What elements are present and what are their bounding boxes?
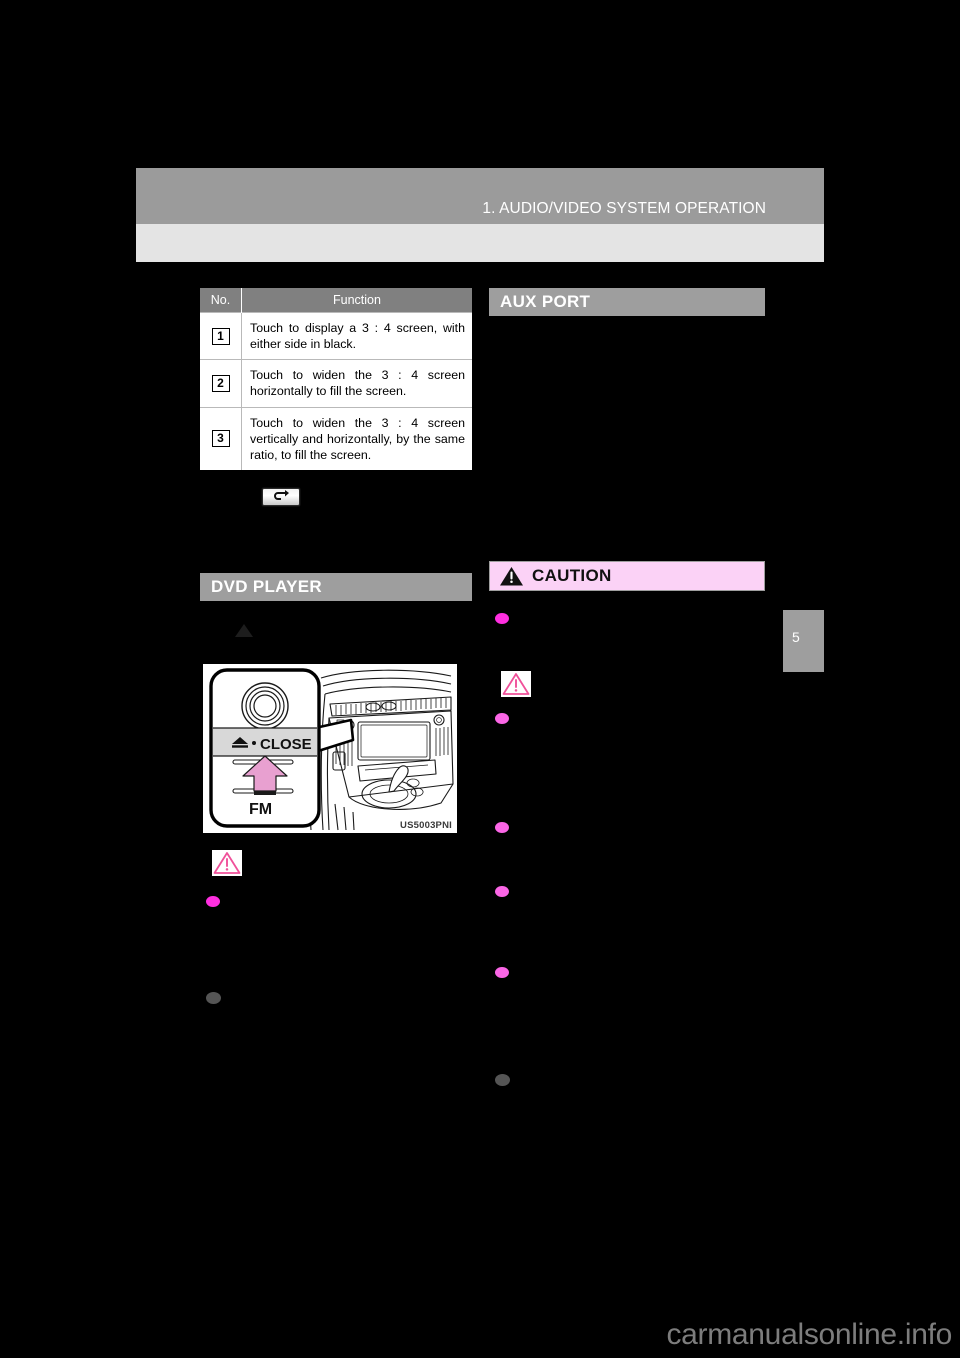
section-header-aux-port: AUX PORT: [489, 288, 765, 316]
table-header-no: No.: [200, 288, 242, 313]
illustration-fm-label: FM: [249, 801, 272, 818]
chapter-tab: 5: [783, 610, 824, 672]
table-cell-function: Touch to display a 3 : 4 screen, with ei…: [241, 311, 472, 360]
notice-triangle-glyph: [213, 851, 241, 874]
table-row: 3 Touch to widen the 3 : 4 screen vertic…: [200, 406, 472, 470]
eject-triangle-glyph: [235, 623, 253, 637]
right-column: AUX PORT CAUTION: [489, 288, 765, 1086]
function-table: No. Function 1 Touch to display a 3 : 4 …: [200, 288, 472, 470]
table-cell-no: 1: [200, 311, 242, 360]
dashboard-illustration-svg: CLOSE FM: [203, 663, 457, 833]
page-header-band: 1. AUDIO/VIDEO SYSTEM OPERATION: [136, 168, 824, 224]
notice-triangle-glyph: [502, 673, 530, 695]
left-column: No. Function 1 Touch to display a 3 : 4 …: [200, 288, 472, 1004]
bullet-pink: [495, 967, 509, 978]
section-title-dvd-player: DVD PLAYER: [211, 576, 323, 596]
table-cell-function: Touch to widen the 3 : 4 screen vertical…: [241, 406, 472, 470]
bullet-pink: [495, 613, 509, 624]
page-title: 1. AUDIO/VIDEO SYSTEM OPERATION: [482, 200, 766, 217]
number-badge-2: 2: [211, 374, 230, 392]
table-row: 1 Touch to display a 3 : 4 screen, with …: [200, 311, 472, 360]
return-arrow-glyph: [274, 489, 289, 500]
warning-triangle-glyph: [500, 566, 523, 585]
caution-box: CAUTION: [489, 561, 765, 591]
return-button-row: [262, 487, 472, 511]
caution-title: CAUTION: [532, 566, 612, 585]
number-badge-1: 1: [211, 327, 230, 345]
section-header-dvd-player: DVD PLAYER: [200, 572, 472, 601]
illustration-code: US5003PNI: [400, 819, 452, 831]
illustration-close-label: CLOSE: [260, 736, 312, 753]
warning-triangle-icon: [499, 566, 524, 587]
dashboard-illustration: CLOSE FM US5003PNI: [200, 660, 460, 836]
table-cell-no: 2: [200, 359, 242, 407]
notice-triangle-icon: [212, 849, 242, 876]
bullet-gray: [495, 1074, 510, 1086]
return-arrow-icon[interactable]: [262, 487, 300, 506]
bullet-pink: [495, 822, 509, 833]
table-row: 2 Touch to widen the 3 : 4 screen horizo…: [200, 359, 472, 407]
page-header-subband: [136, 224, 824, 262]
table-header-row: No. Function: [200, 288, 472, 313]
notice-triangle-icon: [501, 671, 531, 697]
bullet-pink: [495, 713, 509, 724]
eject-triangle-icon: [233, 623, 472, 643]
table-cell-no: 3: [200, 406, 242, 470]
section-title-aux-port: AUX PORT: [500, 292, 591, 311]
table-header-function: Function: [241, 288, 472, 313]
chapter-tab-number: 5: [792, 629, 800, 645]
bullet-gray: [206, 991, 221, 1004]
site-watermark: carmanualsonline.info: [666, 1318, 952, 1351]
number-badge-3: 3: [211, 430, 230, 448]
bullet-pink: [206, 895, 220, 907]
bullet-pink: [495, 886, 509, 897]
table-cell-function: Touch to widen the 3 : 4 screen horizont…: [241, 359, 472, 407]
